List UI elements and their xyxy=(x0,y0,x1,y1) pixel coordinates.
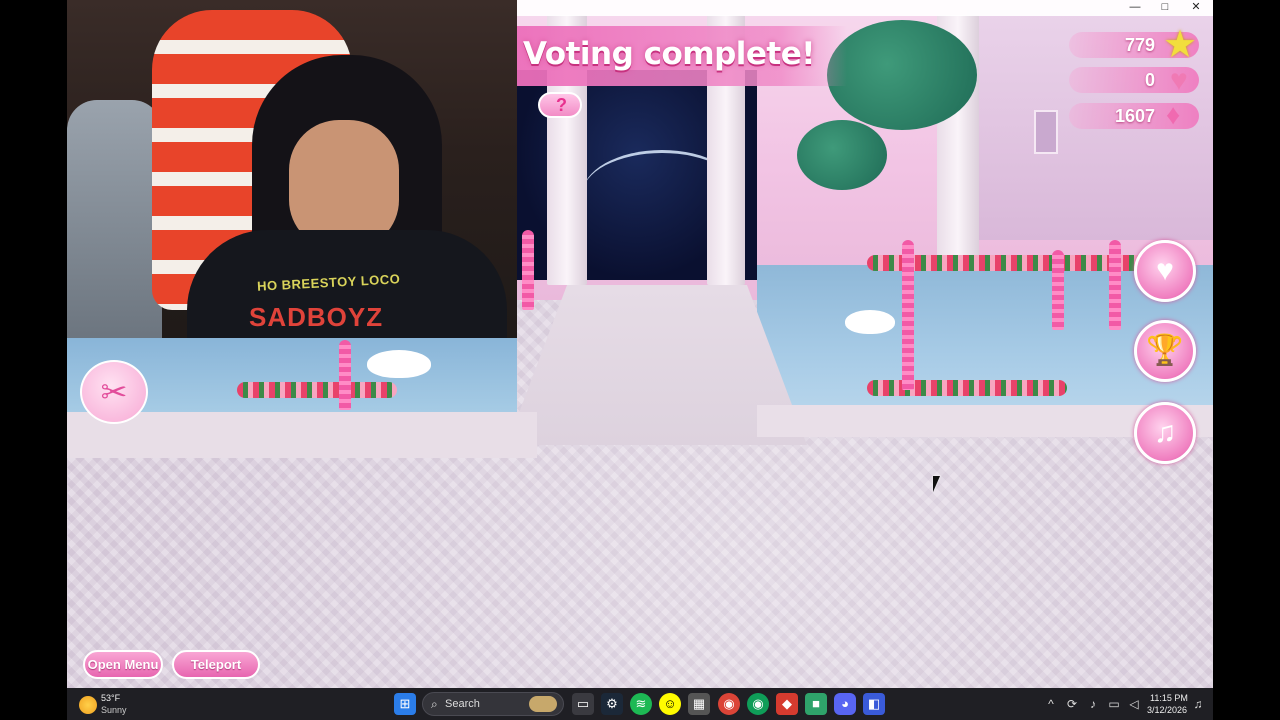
help-button[interactable]: ? xyxy=(538,92,582,118)
sun-icon xyxy=(79,696,97,714)
steam-icon[interactable]: ⚙ xyxy=(601,693,623,715)
hearts-value: 0 xyxy=(1144,70,1155,90)
task-view-icon[interactable]: ▭ xyxy=(572,693,594,715)
gems-value: 1607 xyxy=(1114,106,1155,126)
flower-spire xyxy=(1109,240,1121,330)
clock-date[interactable]: 3/12/2026 xyxy=(1147,705,1187,715)
voting-banner: Voting complete! xyxy=(517,26,847,86)
microphone-icon[interactable]: ♪ xyxy=(1086,697,1100,711)
flower-spire xyxy=(902,240,914,390)
windows-start-icon[interactable]: ⊞ xyxy=(394,693,416,715)
dance-emote-icon: ♫ xyxy=(1153,416,1177,449)
display-icon[interactable]: ▭ xyxy=(1107,697,1121,711)
trophy-icon: 🏆 xyxy=(1146,334,1184,367)
dance-emote-button[interactable]: ♫ xyxy=(1134,402,1196,464)
teleport-label: Teleport xyxy=(190,657,242,672)
flower-spire xyxy=(522,230,534,310)
chrome-profile-icon[interactable]: ◉ xyxy=(747,693,769,715)
minimize-icon[interactable]: — xyxy=(1120,0,1150,16)
help-icon: ? xyxy=(556,95,567,115)
gem-icon: ♦ xyxy=(1166,99,1181,130)
game-window-titlebar[interactable] xyxy=(517,0,1213,16)
volume-icon[interactable]: ◁ xyxy=(1127,697,1141,711)
swan xyxy=(845,310,895,334)
calculator-icon[interactable]: ▦ xyxy=(688,693,710,715)
search-placeholder: Search xyxy=(445,698,480,710)
outfit-button[interactable]: ✂ xyxy=(80,360,148,424)
pool-rim-left xyxy=(67,412,537,458)
chevron-up-icon[interactable]: ^ xyxy=(1044,697,1058,711)
sync-icon[interactable]: ⟳ xyxy=(1065,697,1079,711)
love-game-button[interactable]: ♥ xyxy=(1134,240,1196,302)
search-box[interactable]: ⌕ Search xyxy=(422,692,564,716)
background-person xyxy=(67,100,162,338)
flower-bed xyxy=(237,382,397,398)
outfit-icon: ✂ xyxy=(100,374,128,410)
heart-icon: ♥ xyxy=(1170,64,1188,97)
weather-condition: Sunny xyxy=(101,705,127,715)
star-icon: ★ xyxy=(1163,24,1198,66)
banner-title: Voting complete! xyxy=(523,36,815,72)
open-menu-button[interactable]: Open Menu xyxy=(83,650,163,679)
close-icon[interactable]: ✕ xyxy=(1181,0,1211,16)
teleport-button[interactable]: Teleport xyxy=(172,650,260,679)
search-icon: ⌕ xyxy=(431,697,438,711)
palace-window xyxy=(1034,110,1058,154)
mouse-cursor xyxy=(933,476,940,492)
green-app-icon[interactable]: ■ xyxy=(805,693,827,715)
love-game-icon: ♥ xyxy=(1156,254,1174,287)
flower-bed xyxy=(867,380,1067,396)
webcam-overlay: HO BREESTOY LOCO SADBOYZ xyxy=(67,0,517,338)
roblox-icon[interactable]: ◧ xyxy=(863,693,885,715)
chrome-icon[interactable]: ◉ xyxy=(718,693,740,715)
taskbar: 53°F Sunny ⊞ ⌕ Search ▭ ⚙ ≋ ☺ ▦ ◉ ◉ ◆ ■ … xyxy=(67,688,1213,720)
spotify-icon[interactable]: ≋ xyxy=(630,693,652,715)
notification-bell-icon[interactable]: ♫ xyxy=(1191,697,1205,711)
flower-spire xyxy=(1052,250,1064,330)
maximize-icon[interactable]: □ xyxy=(1150,0,1180,16)
clock-time[interactable]: 11:15 PM xyxy=(1150,693,1188,703)
stars-value: 779 xyxy=(1124,35,1155,55)
search-highlight-icon xyxy=(529,696,557,712)
screen: HO BREESTOY LOCO SADBOYZ — □ ✕ Voting co… xyxy=(0,0,1280,720)
shirt-text-bottom: SADBOYZ xyxy=(249,302,384,332)
tree xyxy=(797,120,887,190)
discord-icon[interactable]: ◕ xyxy=(834,693,856,715)
snapchat-icon[interactable]: ☺ xyxy=(659,693,681,715)
flower-spire xyxy=(339,340,351,410)
swan xyxy=(367,350,431,378)
red-app-icon[interactable]: ◆ xyxy=(776,693,798,715)
weather-temp: 53°F xyxy=(101,693,121,703)
palm-tree xyxy=(827,20,977,130)
trophy-button[interactable]: 🏆 xyxy=(1134,320,1196,382)
